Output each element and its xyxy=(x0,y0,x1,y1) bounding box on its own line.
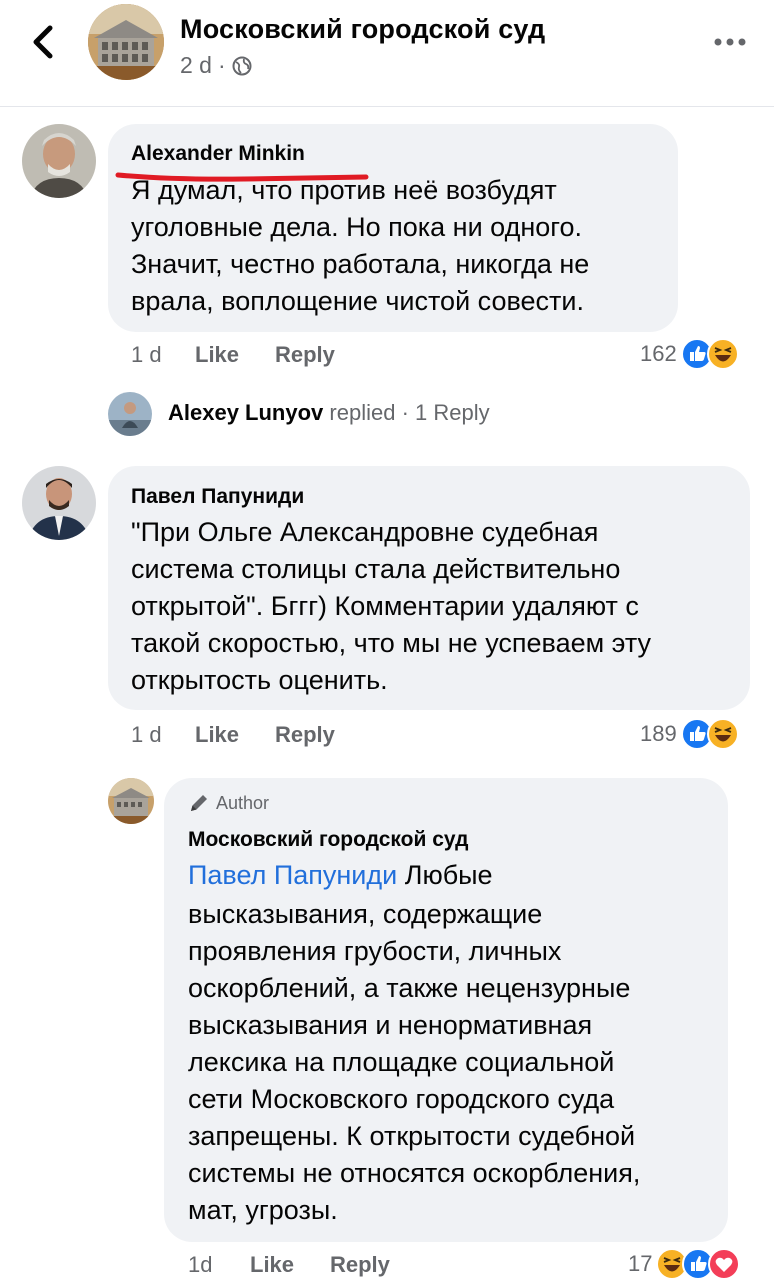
pencil-icon xyxy=(191,795,207,811)
replier-name: Alexey Lunyov xyxy=(168,400,324,425)
comment-actions: 1 d Like Reply xyxy=(131,342,335,368)
reply-button[interactable]: Reply xyxy=(330,1252,390,1278)
comment-line: такой скоростью, что мы не успеваем эту xyxy=(131,628,652,658)
post-time: 2 d xyxy=(180,52,212,78)
mention-link[interactable]: Павел Папуниди xyxy=(188,860,397,890)
reply-line: системы не относятся оскорбления, xyxy=(188,1158,641,1188)
like-button[interactable]: Like xyxy=(195,342,275,368)
reaction-count: 162 xyxy=(640,341,677,366)
reaction-summary[interactable]: 17 xyxy=(628,1248,741,1280)
post-header: Московский городской суд 2 d · xyxy=(0,0,774,107)
comment-line: открытой". Бггг) Комментарии удаляют с xyxy=(131,591,639,621)
reply-line: Павел Папуниди Любые xyxy=(188,857,493,894)
haha-reaction-icon xyxy=(706,338,739,370)
reply-button[interactable]: Reply xyxy=(275,342,335,368)
like-button[interactable]: Like xyxy=(195,722,275,748)
page-avatar[interactable] xyxy=(88,4,164,80)
comment-line: Я думал, что против неё возбудят xyxy=(131,175,557,205)
reaction-count: 17 xyxy=(628,1251,653,1276)
reply-line: сети Московского городского суда xyxy=(188,1084,615,1114)
reply-line: лексика на площадке социальной xyxy=(188,1047,615,1077)
reply-line: мат, угрозы. xyxy=(188,1195,338,1225)
reply-line: запрещены. К открытости судебной xyxy=(188,1121,636,1151)
reply-author[interactable]: Московский городской суд xyxy=(188,828,468,852)
like-button[interactable]: Like xyxy=(250,1252,330,1278)
comment-line: "При Ольге Александровне судебная xyxy=(131,517,599,547)
reply-first-line-text: Любые xyxy=(397,860,493,890)
reaction-summary[interactable]: 162 xyxy=(640,338,739,370)
meta-separator: · xyxy=(217,52,226,78)
comment-line: Значит, честно работала, никогда не xyxy=(131,249,590,279)
comment-time: 1 d xyxy=(131,342,162,367)
reply-button[interactable]: Reply xyxy=(275,722,335,748)
comment-time: 1 d xyxy=(131,722,162,747)
commenter-avatar[interactable] xyxy=(22,466,96,540)
comment-actions: 1 d Like Reply xyxy=(131,722,335,748)
comment-line: система столицы стала действительно xyxy=(131,554,621,584)
globe-icon xyxy=(232,56,252,75)
commenter-avatar[interactable] xyxy=(22,124,96,198)
reaction-summary[interactable]: 189 xyxy=(640,718,739,750)
love-reaction-icon xyxy=(708,1248,741,1280)
reply-line: высказывания и ненормативная xyxy=(188,1010,593,1040)
replied-label: replied xyxy=(329,400,396,425)
back-arrow-icon[interactable] xyxy=(26,22,62,62)
comment-line: открытость оценить. xyxy=(131,665,388,695)
post-meta: 2 d · xyxy=(180,52,252,79)
reply-time: 1d xyxy=(188,1252,213,1277)
comment-line: врала, воплощение чистой совести. xyxy=(131,286,584,316)
reply-count: · 1 Reply xyxy=(401,400,490,425)
reply-line: проявления грубости, личных xyxy=(188,936,562,966)
reply-actions: 1d Like Reply xyxy=(188,1252,390,1278)
page-reply-avatar[interactable] xyxy=(108,778,154,824)
reaction-count: 189 xyxy=(640,721,677,746)
reply-line: оскорблений, а также нецензурные xyxy=(188,973,631,1003)
haha-reaction-icon xyxy=(706,718,739,750)
comment-author[interactable]: Павел Папуниди xyxy=(131,485,304,509)
replier-avatar[interactable] xyxy=(108,392,152,436)
author-badge: Author xyxy=(188,792,269,814)
comment-author[interactable]: Alexander Minkin xyxy=(131,142,305,166)
page-title[interactable]: Московский городской суд xyxy=(180,14,545,45)
reply-line: высказывания, содержащие xyxy=(188,899,543,929)
author-badge-label: Author xyxy=(216,792,270,813)
replies-summary[interactable]: Alexey Lunyov replied · 1 Reply xyxy=(168,400,490,426)
comment-line: уголовные дела. Но пока ни одного. xyxy=(131,212,583,242)
more-options-icon[interactable] xyxy=(710,30,750,54)
